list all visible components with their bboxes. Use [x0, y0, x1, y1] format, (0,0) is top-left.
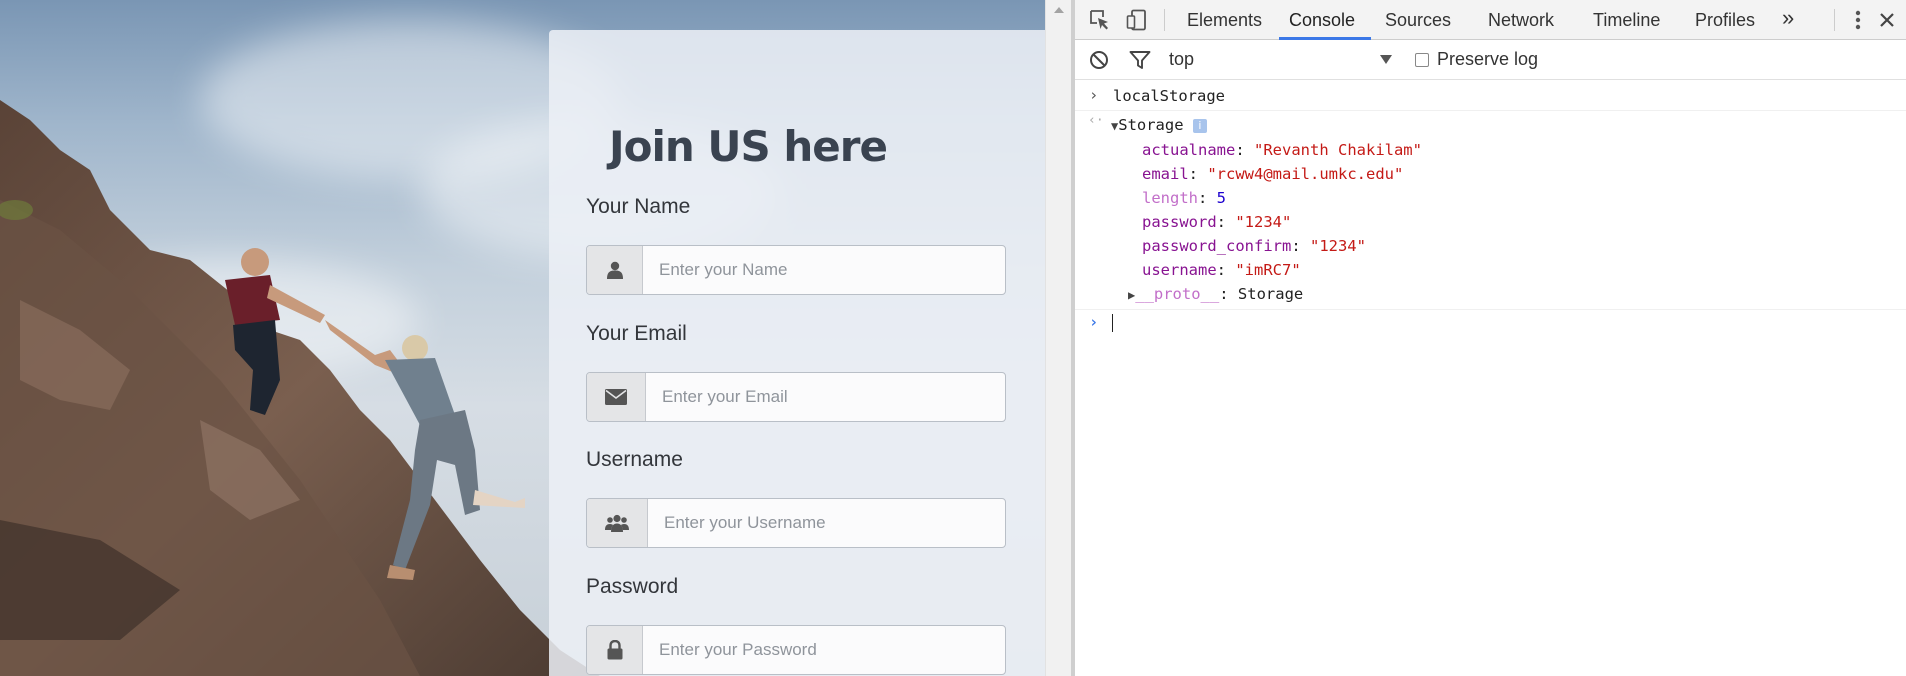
tab-network[interactable]: Network [1488, 0, 1554, 40]
preserve-log-checkbox[interactable] [1415, 52, 1429, 67]
climbers-image [225, 248, 525, 580]
signup-form-card: Join US here Your Name Your Email Userna… [549, 30, 1045, 676]
proto-entry[interactable]: ▶__proto__: Storage [1128, 285, 1303, 303]
storage-entry: password: "1234" [1142, 213, 1292, 231]
password-label: Password [586, 575, 679, 598]
context-dropdown-arrow-icon[interactable] [1380, 55, 1392, 64]
page-scrollbar[interactable] [1045, 0, 1071, 676]
preserve-log-option[interactable]: Preserve log [1415, 49, 1538, 70]
console-command: localStorage [1113, 87, 1225, 105]
name-input-group[interactable] [586, 245, 1006, 295]
envelope-icon [587, 373, 646, 421]
console-input-caret[interactable] [1112, 314, 1113, 332]
storage-object-label: Storage [1118, 116, 1184, 134]
clear-console-icon[interactable] [1087, 48, 1111, 72]
context-selector[interactable]: top [1169, 49, 1194, 70]
device-mode-icon[interactable] [1125, 8, 1149, 32]
input-prompt-icon: › [1089, 86, 1099, 104]
password-input[interactable] [643, 626, 1005, 674]
email-input-group[interactable] [586, 372, 1006, 422]
storage-entry: length: 5 [1142, 189, 1227, 207]
entry-separator [1075, 309, 1906, 310]
name-label: Your Name [586, 195, 691, 218]
storage-entry: username: "imRC7" [1142, 261, 1301, 279]
email-input[interactable] [646, 373, 1005, 421]
entry-separator [1075, 110, 1906, 111]
tab-timeline[interactable]: Timeline [1593, 0, 1660, 40]
tab-sources[interactable]: Sources [1385, 0, 1451, 40]
password-input-group[interactable] [586, 625, 1006, 675]
devtools-tabbar: Elements Console Sources Network Timelin… [1075, 0, 1906, 40]
username-input[interactable] [648, 499, 1005, 547]
info-icon[interactable]: i [1192, 119, 1207, 133]
storage-entry: actualname: "Revanth Chakilam" [1142, 141, 1422, 159]
user-icon [587, 246, 643, 294]
users-icon [587, 499, 648, 547]
storage-entry: password_confirm: "1234" [1142, 237, 1366, 255]
scroll-up-arrow-icon[interactable] [1054, 7, 1064, 13]
preserve-log-label: Preserve log [1437, 49, 1539, 69]
page-viewport: Join US here Your Name Your Email Userna… [0, 0, 1045, 676]
more-tabs-icon[interactable]: » [1782, 0, 1794, 40]
name-input[interactable] [643, 246, 1005, 294]
toolbar-divider [1834, 9, 1835, 31]
console-prompt-icon: › [1089, 313, 1099, 331]
devtools-panel: Elements Console Sources Network Timelin… [1075, 0, 1906, 676]
close-devtools-icon[interactable] [1875, 8, 1899, 32]
result-arrow-icon: ‹· [1088, 113, 1104, 128]
toolbar-divider [1164, 9, 1165, 31]
form-title: Join US here [609, 122, 888, 171]
kebab-menu-icon[interactable] [1846, 8, 1870, 32]
tab-elements[interactable]: Elements [1187, 0, 1262, 40]
console-toolbar: top Preserve log [1075, 40, 1906, 80]
email-label: Your Email [586, 322, 687, 345]
inspect-element-icon[interactable] [1088, 8, 1112, 32]
filter-icon[interactable] [1128, 48, 1152, 72]
tab-profiles[interactable]: Profiles [1695, 0, 1755, 40]
lock-icon [587, 626, 643, 674]
username-input-group[interactable] [586, 498, 1006, 548]
tab-console[interactable]: Console [1289, 0, 1355, 40]
storage-entry: email: "rcww4@mail.umkc.edu" [1142, 165, 1404, 183]
storage-object-toggle[interactable]: ▼Storage i [1111, 116, 1207, 134]
username-label: Username [586, 448, 683, 471]
